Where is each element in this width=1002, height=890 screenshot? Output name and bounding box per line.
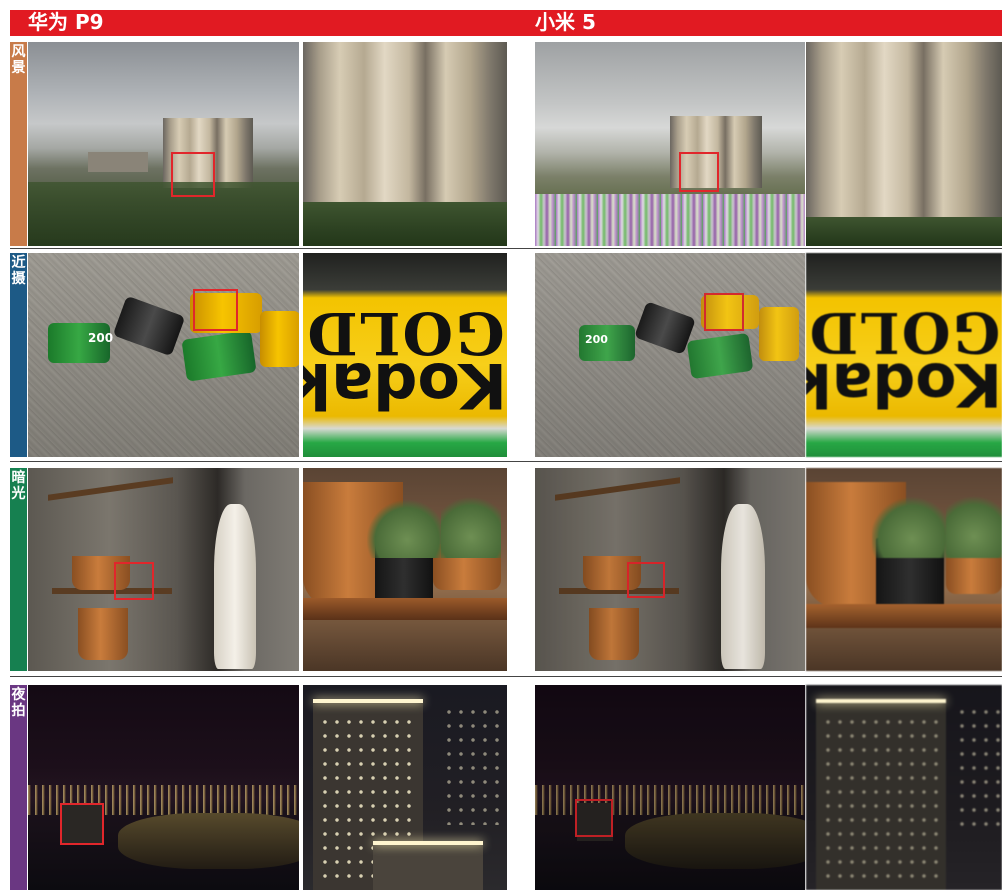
row-divider	[10, 676, 1002, 677]
category-char: 风	[11, 44, 26, 60]
tower-top-light	[313, 699, 423, 703]
succulent-plant	[367, 498, 447, 558]
row-closeup: 近 摄 200 GOLD Kodak 200 GOLD Kodak	[0, 253, 1002, 462]
huawei-landscape-photo	[28, 42, 299, 246]
xiaomi-lowlight-photo	[535, 468, 805, 671]
succulent-plant	[441, 488, 501, 558]
wooden-shelf	[806, 604, 1002, 628]
river	[118, 813, 299, 869]
category-label-night: 夜 拍	[10, 685, 27, 890]
crop-region-marker	[627, 562, 665, 598]
xiaomi-landscape-photo	[535, 42, 805, 246]
trees	[303, 202, 507, 246]
xiaomi-night-crop	[806, 685, 1002, 890]
film-canister: 200	[48, 323, 114, 363]
category-char: 拍	[11, 703, 26, 719]
huawei-lowlight-photo	[28, 468, 299, 671]
clay-pot	[589, 608, 639, 660]
xiaomi-closeup-photo: 200	[535, 253, 805, 457]
image-artifact-strip	[535, 194, 805, 246]
category-char: 暗	[11, 470, 26, 486]
building	[88, 152, 148, 172]
header-red-bar	[10, 10, 1002, 34]
row-night: 夜 拍	[0, 685, 1002, 890]
film-speed-text: 200	[88, 331, 114, 345]
film-canister: 200	[579, 325, 635, 361]
trees	[806, 217, 1002, 246]
building	[373, 843, 483, 890]
film-canister	[686, 332, 754, 380]
film-canister	[759, 307, 799, 361]
row-divider	[10, 461, 1002, 462]
trees	[28, 182, 299, 246]
huawei-night-photo	[28, 685, 299, 890]
apartment-towers	[303, 42, 507, 202]
category-char: 景	[11, 60, 26, 76]
clay-pot	[78, 608, 128, 660]
category-char: 近	[11, 255, 26, 271]
apartment-towers	[806, 42, 1002, 217]
film-speed-text: 200	[585, 333, 608, 346]
kodak-logo-text: Kodak	[303, 349, 507, 422]
header-rule	[10, 34, 1002, 36]
huawei-landscape-crop	[303, 42, 507, 246]
crop-region-marker	[171, 152, 215, 197]
category-char: 夜	[11, 687, 26, 703]
film-canister	[260, 311, 299, 367]
huawei-closeup-crop: GOLD Kodak	[303, 253, 507, 457]
white-statue	[721, 504, 765, 669]
succulent-plant	[946, 486, 1002, 558]
river	[625, 813, 805, 869]
crop-region-marker	[679, 152, 719, 192]
category-char: 光	[11, 486, 26, 502]
building-top-light	[373, 841, 483, 845]
row-landscape: 风 景	[0, 42, 1002, 249]
crop-region-marker	[704, 293, 744, 331]
row-lowlight: 暗 光	[0, 468, 1002, 677]
crop-region-marker	[114, 562, 154, 600]
xiaomi-night-photo	[535, 685, 805, 890]
category-label-landscape: 风 景	[10, 42, 27, 246]
crop-region-marker	[193, 289, 238, 331]
wooden-shelf	[555, 477, 680, 501]
tower-top-light	[816, 699, 946, 703]
xiaomi-landscape-crop	[806, 42, 1002, 246]
huawei-night-crop	[303, 685, 507, 890]
xiaomi-lowlight-crop	[806, 468, 1002, 671]
kodak-logo-text: Kodak	[806, 349, 1002, 419]
crop-region-marker	[60, 803, 104, 845]
background-lights	[956, 705, 1002, 835]
category-label-closeup: 近 摄	[10, 253, 27, 457]
wooden-shelf	[48, 477, 173, 501]
category-char: 摄	[11, 271, 26, 287]
succulent-plant	[872, 494, 952, 558]
huawei-lowlight-crop	[303, 468, 507, 671]
film-canister	[112, 295, 186, 357]
phone-label-huawei-p9: 华为 P9	[28, 10, 104, 34]
phone-label-xiaomi-5: 小米 5	[535, 10, 596, 34]
film-canister	[181, 330, 257, 382]
xiaomi-closeup-crop: GOLD Kodak	[806, 253, 1002, 457]
background-lights	[443, 705, 503, 825]
white-statue	[214, 504, 256, 669]
tower-windows	[822, 715, 942, 885]
wooden-shelf	[303, 598, 507, 620]
huawei-closeup-photo: 200	[28, 253, 299, 457]
comparison-header: 华为 P9 小米 5	[0, 0, 1002, 36]
row-divider	[10, 248, 1002, 249]
crop-region-marker	[575, 799, 613, 837]
category-label-lowlight: 暗 光	[10, 468, 27, 671]
